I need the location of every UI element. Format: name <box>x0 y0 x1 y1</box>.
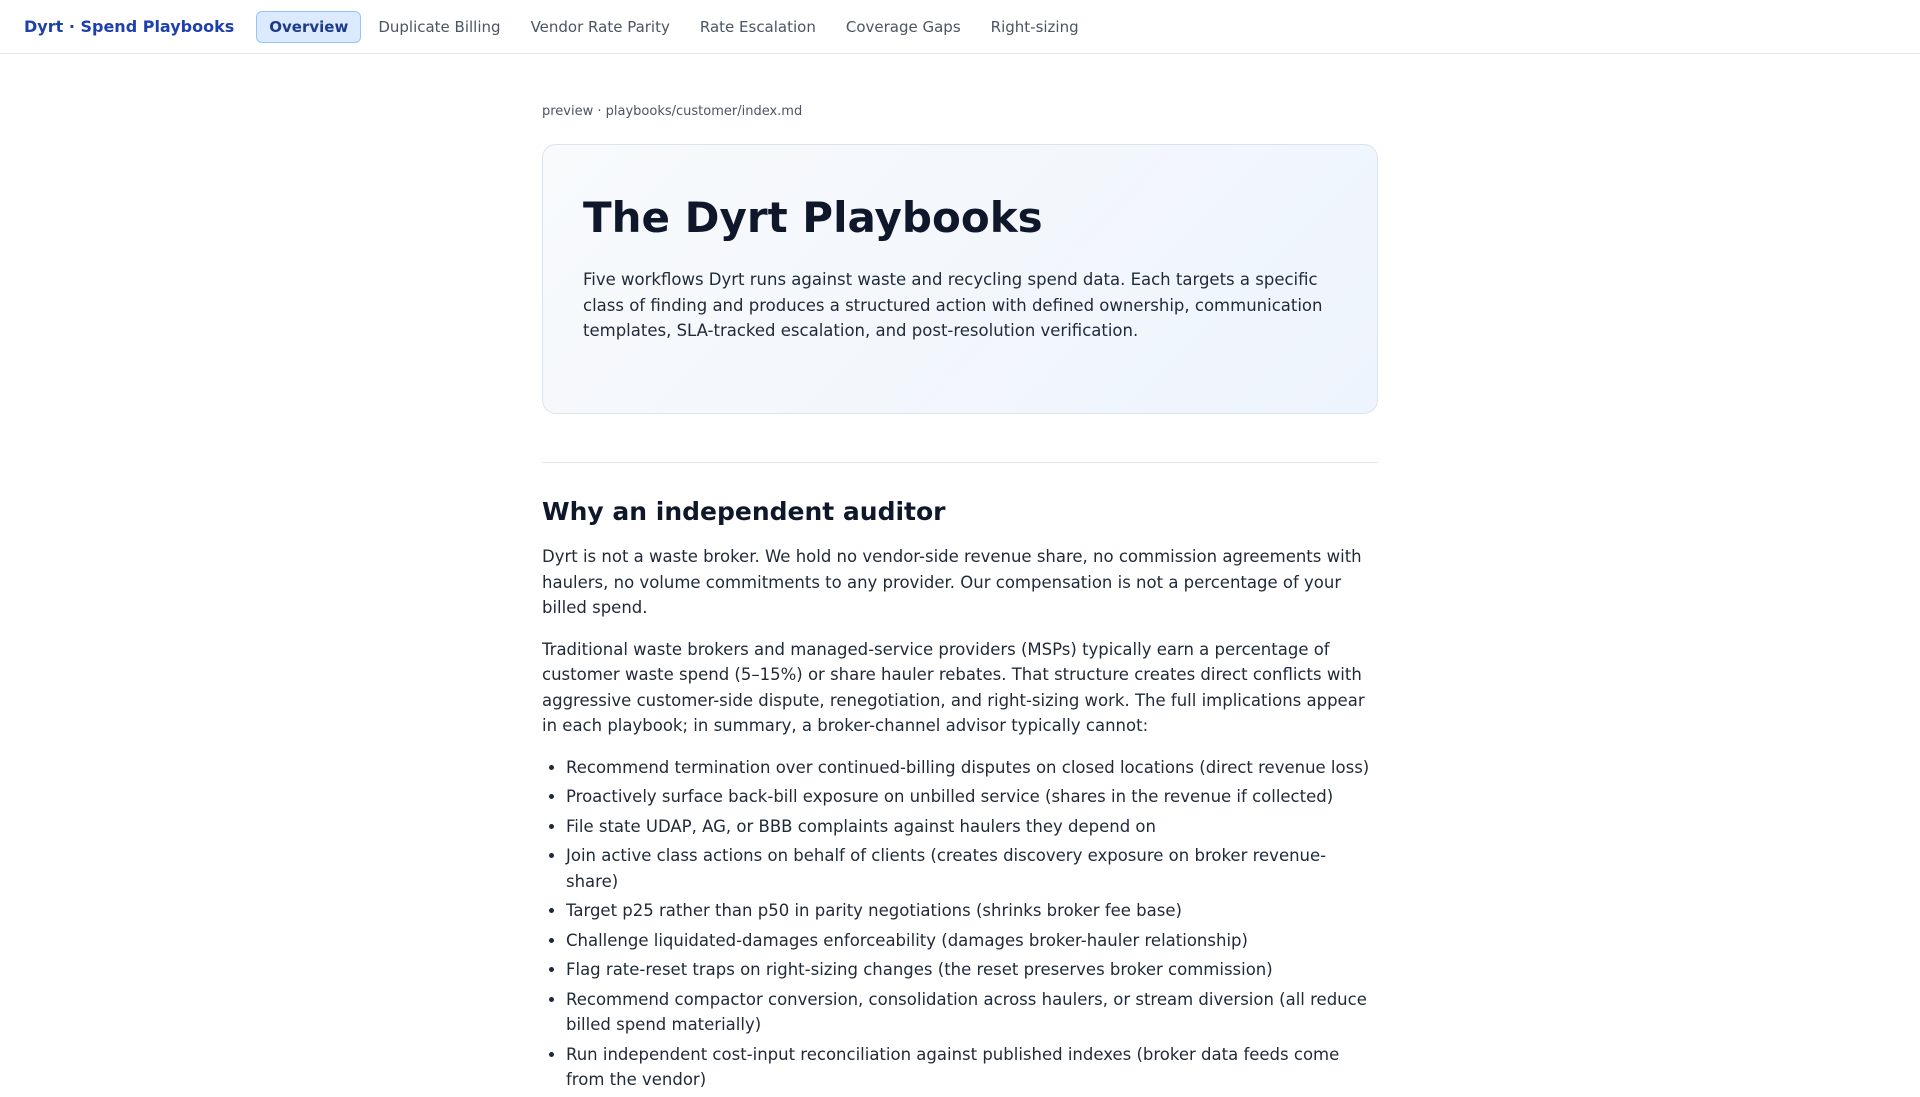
list-item: Challenge liquidated-damages enforceabil… <box>566 928 1378 954</box>
tab-duplicate-billing[interactable]: Duplicate Billing <box>365 11 513 43</box>
conflict-list: Recommend termination over continued-bil… <box>542 755 1378 1093</box>
playbook-tabs: Overview Duplicate Billing Vendor Rate P… <box>256 10 1092 43</box>
page-title: The Dyrt Playbooks <box>583 193 1043 242</box>
brand-link[interactable]: Dyrt · Spend Playbooks <box>24 17 234 36</box>
list-item: Flag rate-reset traps on right-sizing ch… <box>566 957 1378 983</box>
list-item: Join active class actions on behalf of c… <box>566 843 1378 894</box>
file-path-breadcrumb: preview · playbooks/customer/index.md <box>542 104 803 119</box>
hero-intro-text: Five workflows Dyrt runs against waste a… <box>583 270 1323 341</box>
section-paragraph: Traditional waste brokers and managed-se… <box>542 639 1365 736</box>
top-navigation-bar: Dyrt · Spend Playbooks Overview Duplicat… <box>0 0 1920 54</box>
section-divider <box>542 462 1378 463</box>
list-item: Recommend termination over continued-bil… <box>566 755 1378 781</box>
list-item: File state UDAP, AG, or BBB complaints a… <box>566 814 1378 840</box>
tab-vendor-rate-parity[interactable]: Vendor Rate Parity <box>518 11 683 43</box>
tab-overview[interactable]: Overview <box>256 10 362 43</box>
tab-rate-escalation[interactable]: Rate Escalation <box>687 11 829 43</box>
tab-coverage-gaps[interactable]: Coverage Gaps <box>833 11 974 43</box>
list-item: Recommend compactor conversion, consolid… <box>566 987 1378 1038</box>
list-item: Run independent cost-input reconciliatio… <box>566 1042 1378 1093</box>
section-paragraph: Dyrt is not a waste broker. We hold no v… <box>542 547 1362 617</box>
document-content: preview · playbooks/customer/index.md Th… <box>542 54 1378 1097</box>
hero-card: The Dyrt Playbooks Five workflows Dyrt r… <box>542 144 1378 414</box>
section-heading: Why an independent auditor <box>542 497 946 526</box>
list-item: Proactively surface back-bill exposure o… <box>566 784 1378 810</box>
tab-right-sizing[interactable]: Right-sizing <box>978 11 1092 43</box>
list-item: Target p25 rather than p50 in parity neg… <box>566 898 1378 924</box>
